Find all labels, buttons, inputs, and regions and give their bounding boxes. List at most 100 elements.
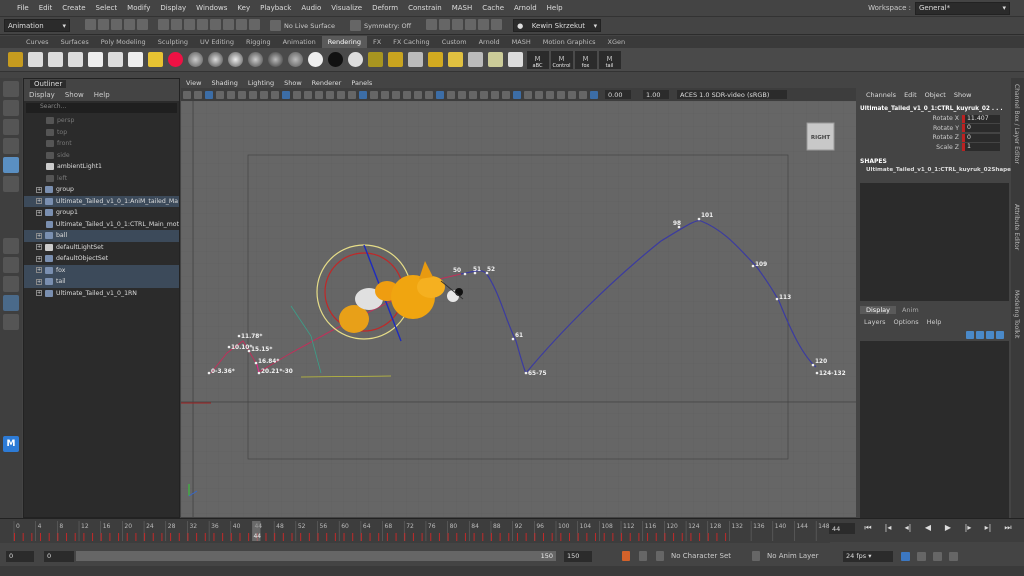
preferences-icon[interactable] — [949, 551, 958, 561]
character-set-label[interactable]: No Character Set — [671, 552, 751, 560]
viewport-tool-icon[interactable] — [468, 90, 477, 99]
menu-display[interactable]: Display — [155, 4, 191, 12]
redo-icon[interactable] — [137, 19, 148, 30]
viewport-3d[interactable]: 0-3.36* 10.10* 11.78* 15.15* 16.84* 20.21*-30… — [181, 101, 856, 517]
viewport-tool-icon[interactable] — [259, 90, 268, 99]
snap-point-icon[interactable] — [223, 19, 234, 30]
new-layer-selected-icon[interactable] — [976, 331, 984, 339]
outliner-item[interactable]: Ultimate_Tailed_v1_0_1:CTRL_Main_mot — [24, 219, 179, 231]
select-hierarchy-icon[interactable] — [158, 19, 169, 30]
ipr-render-icon[interactable] — [452, 19, 464, 30]
viewport-tool-icon[interactable] — [369, 90, 378, 99]
trail-keyframe-point[interactable] — [811, 363, 815, 367]
viewport-tool-icon[interactable] — [589, 90, 598, 99]
viewport-tool-icon[interactable] — [556, 90, 565, 99]
shelf-tab-curves[interactable]: Curves — [20, 36, 55, 48]
texture-icon[interactable] — [428, 52, 443, 67]
play-forward-icon[interactable]: ▶ — [943, 523, 953, 533]
character-icon[interactable] — [933, 551, 942, 561]
channel-attribute-row[interactable]: Scale Z1 — [858, 143, 1011, 153]
symmetry-toggle[interactable]: Symmetry: Off — [349, 20, 411, 31]
expand-icon[interactable]: + — [36, 290, 42, 297]
color-space-dropdown[interactable]: ACES 1.0 SDR-video (sRGB) — [677, 90, 787, 99]
channel-attribute-row[interactable]: Rotate Z0 — [858, 133, 1011, 143]
step-back-key-icon[interactable]: |◂ — [883, 523, 893, 533]
texture-icon[interactable] — [448, 52, 463, 67]
render-icon[interactable] — [426, 19, 438, 30]
viewport-tool-icon[interactable] — [457, 90, 466, 99]
side-tab[interactable]: Modeling Toolkit — [1013, 290, 1020, 338]
channel-attribute-row[interactable]: Rotate X 11.407 — [858, 114, 1011, 124]
play-backward-icon[interactable]: ◀ — [923, 523, 933, 533]
attribute-value-field[interactable]: 0 — [962, 124, 1000, 133]
viewport-tool-icon[interactable] — [479, 90, 488, 99]
shelf-tab-surfaces[interactable]: Surfaces — [55, 36, 95, 48]
material-sphere-icon[interactable] — [308, 52, 323, 67]
sound-icon[interactable] — [917, 551, 926, 561]
viewport-menu-lighting[interactable]: Lighting — [243, 79, 279, 87]
loop-icon[interactable] — [901, 551, 910, 561]
rotate-tool-icon[interactable] — [3, 157, 19, 173]
open-scene-icon[interactable] — [98, 19, 109, 30]
menu-audio[interactable]: Audio — [296, 4, 326, 12]
outliner-item[interactable]: left — [24, 173, 179, 185]
trail-keyframe-point[interactable] — [227, 345, 231, 349]
shelf-tab-arnold[interactable]: Arnold — [473, 36, 506, 48]
light-icon[interactable] — [68, 52, 83, 67]
trail-keyframe-point[interactable] — [257, 371, 261, 375]
trail-keyframe-point[interactable] — [775, 297, 779, 301]
menu-help[interactable]: Help — [542, 4, 568, 12]
viewport-tool-icon[interactable] — [193, 90, 202, 99]
animation-end-field[interactable]: 150 — [564, 550, 592, 562]
magnet-icon[interactable] — [249, 19, 260, 30]
shelf-tab-poly-modeling[interactable]: Poly Modeling — [95, 36, 152, 48]
viewport-tool-icon[interactable] — [567, 90, 576, 99]
viewport-tool-icon[interactable] — [578, 90, 587, 99]
shelf-tab-rendering[interactable]: Rendering — [321, 36, 367, 48]
fps-dropdown[interactable]: 24 fps ▾ — [843, 550, 893, 562]
trail-keyframe-point[interactable] — [751, 264, 755, 268]
trail-keyframe-point[interactable] — [463, 272, 467, 276]
viewport-tool-icon[interactable] — [237, 90, 246, 99]
menu-modify[interactable]: Modify — [122, 4, 155, 12]
channel-menu-channels[interactable]: Channels — [862, 91, 900, 99]
viewport-tool-icon[interactable] — [391, 90, 400, 99]
menu-deform[interactable]: Deform — [367, 4, 403, 12]
outliner-item[interactable]: + Ultimate_Tailed_v1_0_1RN — [24, 288, 179, 300]
texture-icon[interactable] — [368, 52, 383, 67]
animation-start-field[interactable]: 0 — [6, 550, 34, 562]
viewport-menu-show[interactable]: Show — [279, 79, 307, 87]
viewport-tool-icon[interactable] — [523, 90, 532, 99]
shelf-tab-sculpting[interactable]: Sculpting — [152, 36, 194, 48]
outliner-item[interactable]: side — [24, 150, 179, 162]
viewport-tool-icon[interactable] — [215, 90, 224, 99]
menu-select[interactable]: Select — [91, 4, 123, 12]
material-sphere-icon[interactable] — [288, 52, 303, 67]
menu-playback[interactable]: Playback — [255, 4, 296, 12]
viewport-tool-icon[interactable] — [314, 90, 323, 99]
viewport-tool-icon[interactable] — [380, 90, 389, 99]
range-slider-bar[interactable]: 150 — [76, 551, 556, 561]
attribute-value-field[interactable]: 11.407 — [962, 114, 1000, 123]
trail-keyframe-point[interactable] — [247, 349, 251, 353]
layer-tab-display[interactable]: Display — [860, 306, 896, 314]
viewport-tool-icon[interactable] — [336, 90, 345, 99]
menu-key[interactable]: Key — [232, 4, 255, 12]
viewport-tool-icon[interactable] — [204, 90, 213, 99]
snap-view-icon[interactable] — [236, 19, 247, 30]
texture-icon[interactable] — [508, 52, 523, 67]
move-tool-icon[interactable] — [3, 138, 19, 154]
shelf-button-abc[interactable]: MaBC — [526, 50, 549, 69]
channel-attribute-row[interactable]: Rotate Y0 — [858, 124, 1011, 134]
shelf-tab-custom[interactable]: Custom — [436, 36, 473, 48]
auto-key-icon[interactable] — [622, 551, 630, 561]
undo-icon[interactable] — [124, 19, 135, 30]
menu-mash[interactable]: MASH — [447, 4, 478, 12]
go-to-start-icon[interactable]: ⏮ — [863, 523, 873, 533]
character-set-icon[interactable] — [656, 551, 664, 561]
shelf-tab-motion-graphics[interactable]: Motion Graphics — [537, 36, 602, 48]
trail-keyframe-point[interactable] — [697, 217, 701, 221]
side-tab[interactable]: Channel Box / Layer Editor — [1013, 84, 1020, 164]
material-sphere-icon[interactable] — [208, 52, 223, 67]
viewport-tool-icon[interactable] — [490, 90, 499, 99]
